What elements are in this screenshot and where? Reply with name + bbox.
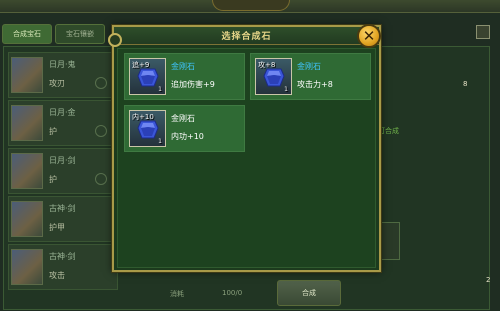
item-name: 古神·剑 — [49, 204, 76, 213]
counter-label: 8 — [463, 80, 468, 88]
counter-label: 2 — [486, 276, 491, 284]
item-name: 古神·剑 — [49, 252, 76, 261]
cost-value: 100/0 — [222, 289, 243, 297]
blue-gem-icon — [263, 68, 285, 87]
select-stone-dialog: 选择合成石 ✕ 追+9 1 金刚石 追加伤害+9 攻+8 1 金刚石 攻击力+8… — [108, 24, 381, 272]
slot-circle — [95, 77, 107, 89]
stone-name: 金刚石 — [171, 114, 195, 123]
dialog-title-bar: 选择合成石 — [108, 27, 379, 47]
dialog-title: 选择合成石 — [221, 32, 272, 42]
stone-name: 金刚石 — [171, 62, 195, 71]
item-name: 日月·剑 — [49, 156, 76, 165]
blue-gem-icon — [137, 120, 159, 139]
item-thumbnail — [11, 105, 43, 141]
slot-box[interactable] — [378, 222, 400, 260]
stone-tag: 内+10 — [132, 113, 154, 121]
list-item[interactable]: 日月·金 护 — [8, 100, 118, 146]
stone-list: 追+9 1 金刚石 追加伤害+9 攻+8 1 金刚石 攻击力+8 内+10 1 … — [117, 48, 376, 268]
item-sub: 护 — [49, 175, 57, 184]
item-thumbnail — [11, 249, 43, 285]
item-sub: 攻刃 — [49, 79, 65, 88]
tab-inlay[interactable]: 宝石镶嵌 — [55, 24, 105, 44]
list-item[interactable]: 古神·剑 护甲 — [8, 196, 118, 242]
stone-tag: 攻+8 — [258, 61, 276, 69]
stone-count: 1 — [158, 138, 162, 145]
stone-count: 1 — [158, 86, 162, 93]
close-icon[interactable]: ✕ — [357, 24, 381, 48]
stone-slot: 内+10 1 — [129, 110, 166, 147]
stone-card[interactable]: 攻+8 1 金刚石 攻击力+8 — [250, 53, 371, 100]
stone-slot: 攻+8 1 — [255, 58, 292, 95]
list-item[interactable]: 日月·鬼 攻刃 — [8, 52, 118, 98]
status-text: 可合成 — [378, 127, 399, 135]
stone-effect: 追加伤害+9 — [171, 80, 215, 89]
cost-label: 消耗 — [170, 290, 184, 298]
stone-effect: 攻击力+8 — [297, 80, 333, 89]
stone-tag: 追+9 — [132, 61, 150, 69]
tab-synthesize[interactable]: 合成宝石 — [2, 24, 52, 44]
item-sub: 护 — [49, 127, 57, 136]
item-thumbnail — [11, 153, 43, 189]
stone-card[interactable]: 追+9 1 金刚石 追加伤害+9 — [124, 53, 245, 100]
list-item[interactable]: 日月·剑 护 — [8, 148, 118, 194]
item-sub: 护甲 — [49, 223, 65, 232]
settings-box[interactable] — [476, 25, 490, 39]
stone-slot: 追+9 1 — [129, 58, 166, 95]
slot-circle — [95, 125, 107, 137]
item-thumbnail — [11, 201, 43, 237]
list-item[interactable]: 古神·剑 攻击 — [8, 244, 118, 290]
stone-name: 金刚石 — [297, 62, 321, 71]
blue-gem-icon — [137, 68, 159, 87]
stone-effect: 内功+10 — [171, 132, 204, 141]
item-name: 日月·鬼 — [49, 60, 76, 69]
item-thumbnail — [11, 57, 43, 93]
stone-card[interactable]: 内+10 1 金刚石 内功+10 — [124, 105, 245, 152]
item-sub: 攻击 — [49, 271, 65, 280]
item-name: 日月·金 — [49, 108, 76, 117]
synthesize-button[interactable]: 合成 — [277, 280, 341, 306]
slot-circle — [95, 173, 107, 185]
stone-count: 1 — [284, 86, 288, 93]
top-ornament — [212, 0, 290, 11]
